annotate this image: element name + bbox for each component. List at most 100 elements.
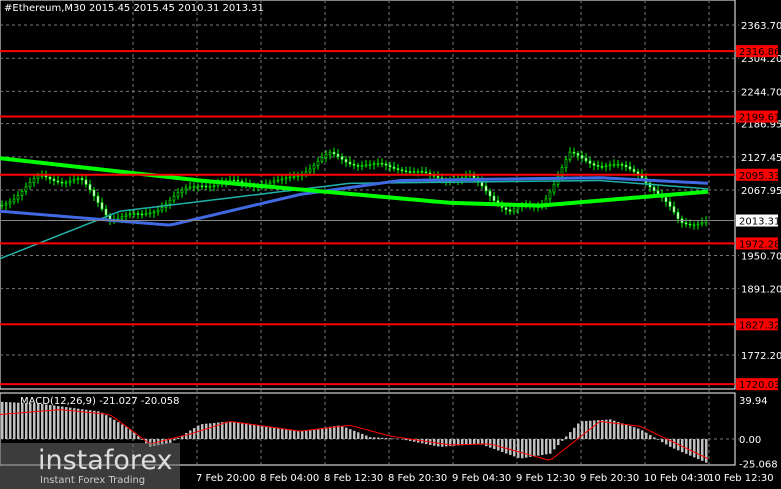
macd-bar xyxy=(345,427,348,439)
macd-bar xyxy=(233,421,236,439)
macd-bar xyxy=(273,427,276,439)
macd-bar xyxy=(325,427,328,439)
macd-bar xyxy=(81,409,84,439)
macd-bar xyxy=(685,439,688,454)
macd-bar xyxy=(373,437,376,439)
macd-bar xyxy=(241,423,244,439)
candle-body xyxy=(368,164,372,166)
macd-bar xyxy=(285,429,288,439)
macd-bar xyxy=(445,439,448,447)
macd-bar xyxy=(629,425,632,439)
candle-body xyxy=(624,164,628,168)
macd-bar xyxy=(693,439,696,458)
candle-body xyxy=(504,207,508,211)
candle-body xyxy=(392,166,396,169)
macd-bar xyxy=(125,426,128,439)
candle-body xyxy=(584,157,588,162)
candle-body xyxy=(16,195,20,200)
macd-bar xyxy=(473,439,476,445)
candle-body xyxy=(4,203,8,206)
candle-body xyxy=(88,184,92,191)
candle-body xyxy=(172,195,176,201)
candle-body xyxy=(152,211,156,214)
macd-bar xyxy=(17,402,20,439)
macd-bar xyxy=(493,439,496,450)
macd-bar xyxy=(69,407,72,439)
candle-body xyxy=(380,162,384,165)
macd-bar xyxy=(561,439,564,441)
macd-bar xyxy=(121,424,124,439)
level-label: 2095.33 xyxy=(739,171,780,182)
candle-body xyxy=(132,213,136,215)
candle-body xyxy=(632,168,636,172)
candle-body xyxy=(52,178,56,182)
price-chart-canvas[interactable]: 2363.702304.202244.702186.952127.452067.… xyxy=(0,0,781,489)
macd-bar xyxy=(357,432,360,439)
candle-body xyxy=(188,186,192,189)
candle-body xyxy=(20,190,24,196)
macd-bar xyxy=(349,429,352,439)
candle-body xyxy=(68,180,72,183)
candle-body xyxy=(692,224,696,227)
macd-bar xyxy=(489,439,492,448)
candle-body xyxy=(124,214,128,217)
macd-bar xyxy=(1,401,4,439)
candle-body xyxy=(684,222,688,225)
macd-bar xyxy=(109,417,112,439)
candle-body xyxy=(236,179,240,182)
candle-body xyxy=(184,187,188,191)
macd-bar xyxy=(205,423,208,439)
candle-body xyxy=(292,176,296,178)
candle-body xyxy=(196,185,200,188)
trading-chart[interactable]: 2363.70 2304.20 2244.70 2186.95 2127.45 2067.… xyxy=(0,0,781,489)
price-tick: 1891.20 xyxy=(741,285,781,296)
macd-bar xyxy=(201,424,204,439)
candle-body xyxy=(484,185,488,192)
macd-bar xyxy=(641,430,644,439)
candle-body xyxy=(464,175,468,179)
candle-body xyxy=(588,160,592,164)
macd-bar xyxy=(485,439,488,447)
level-label: 1972.28 xyxy=(739,239,780,250)
candle-body xyxy=(0,204,4,207)
candle-body xyxy=(144,213,148,215)
macd-bar xyxy=(585,420,588,439)
candle-body xyxy=(344,159,348,163)
macd-bar xyxy=(305,430,308,439)
candle-body xyxy=(356,165,360,167)
candle-body xyxy=(616,164,620,166)
candle-body xyxy=(652,186,656,192)
macd-bar xyxy=(533,439,536,457)
macd-bar xyxy=(569,432,572,439)
macd-bar xyxy=(277,428,280,439)
price-tick: 2067.95 xyxy=(741,186,781,197)
candle-body xyxy=(488,190,492,197)
candle-body xyxy=(64,181,68,184)
macd-bar xyxy=(65,407,68,439)
candle-body xyxy=(412,171,416,173)
macd-bar xyxy=(565,436,568,439)
macd-bar xyxy=(381,437,384,439)
candle-body xyxy=(60,181,64,184)
candle-body xyxy=(72,179,76,182)
candle-body xyxy=(424,171,428,174)
candle-body xyxy=(572,151,576,154)
candle-body xyxy=(140,213,144,216)
macd-bar xyxy=(525,439,528,458)
time-tick: 9 Feb 20:30 xyxy=(580,473,639,484)
macd-bar xyxy=(5,402,8,439)
candle-body xyxy=(340,156,344,160)
price-tick: 1950.70 xyxy=(741,251,781,262)
level-label: 1720.03 xyxy=(739,380,780,391)
candle-body xyxy=(204,185,208,188)
macd-tick: 0.00 xyxy=(739,435,761,446)
candle-body xyxy=(272,180,276,183)
macd-bar xyxy=(633,427,636,439)
macd-bar xyxy=(137,436,140,439)
candle-body xyxy=(384,163,388,166)
candle-body xyxy=(612,164,616,166)
candle-body xyxy=(32,178,36,183)
candle-body xyxy=(516,206,520,210)
macd-bar xyxy=(21,402,24,439)
candle-body xyxy=(288,176,292,179)
